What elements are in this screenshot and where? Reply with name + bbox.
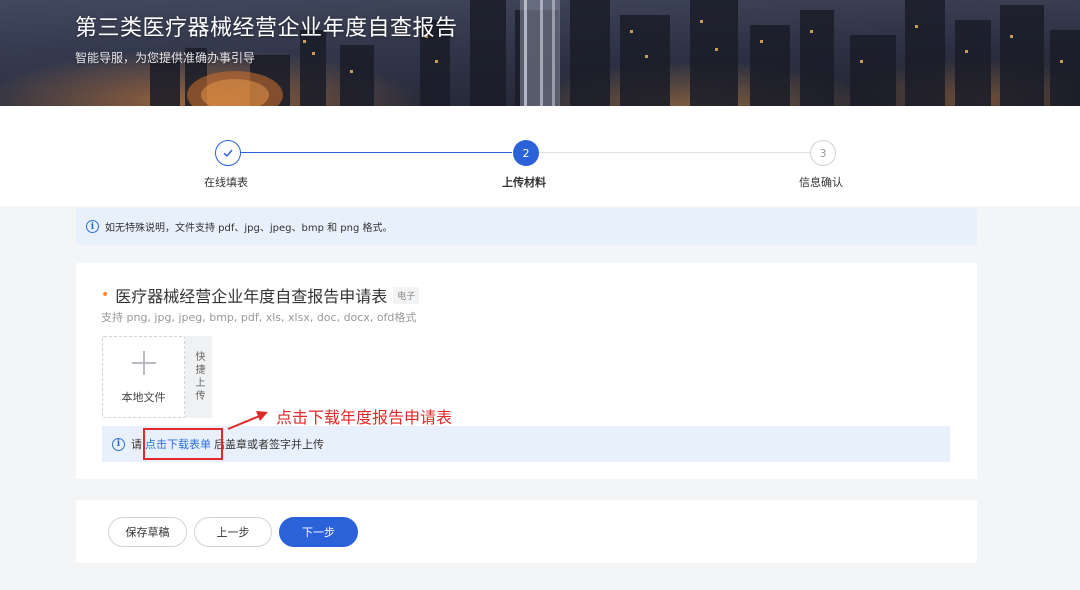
hint-suffix: 后盖章或者签字并上传 xyxy=(214,438,324,451)
page-title: 第三类医疗器械经营企业年度自查报告 xyxy=(75,16,458,41)
step-connector-done xyxy=(241,152,512,153)
step-progress xyxy=(0,106,1080,206)
supported-formats: 支持 png, jpg, jpeg, bmp, pdf, xls, xlsx, … xyxy=(101,311,417,324)
page-subtitle: 智能导服，为您提供准确办事引导 xyxy=(75,51,256,65)
local-file-label: 本地文件 xyxy=(121,391,166,404)
format-notice: i 如无特殊说明，文件支持 pdf、jpg、jpeg、bmp 和 png 格式。 xyxy=(76,208,977,245)
quick-upload-button[interactable]: 快捷上传 xyxy=(185,336,212,418)
plus-icon xyxy=(131,351,156,375)
field-title: • 医疗器械经营企业年度自查报告申请表 电子 xyxy=(101,283,420,307)
step-connector-pending xyxy=(539,152,810,153)
annotation-highlight-box xyxy=(143,428,223,460)
step-2-label: 上传材料 xyxy=(502,176,546,189)
required-mark: • xyxy=(101,287,110,303)
notice-text: 如无特殊说明，文件支持 pdf、jpg、jpeg、bmp 和 png 格式。 xyxy=(105,223,393,234)
step-3-label: 信息确认 xyxy=(799,176,843,189)
electronic-tag: 电子 xyxy=(393,286,420,304)
annotation-text: 点击下载年度报告申请表 xyxy=(276,408,453,427)
info-icon: i xyxy=(112,437,125,451)
annotation-arrow-icon xyxy=(227,411,268,430)
field-title-text: 医疗器械经营企业年度自查报告申请表 xyxy=(115,287,388,306)
prev-step-button[interactable]: 上一步 xyxy=(194,517,272,547)
step-2-number: 2 xyxy=(513,140,539,166)
step-1-label: 在线填表 xyxy=(204,176,248,189)
step-1-check-icon xyxy=(215,140,241,166)
local-file-upload-button[interactable]: 本地文件 xyxy=(102,336,185,418)
next-step-button[interactable]: 下一步 xyxy=(279,517,358,547)
page-banner: 第三类医疗器械经营企业年度自查报告 智能导服，为您提供准确办事引导 xyxy=(0,0,1080,106)
info-icon: i xyxy=(86,220,99,233)
save-draft-button[interactable]: 保存草稿 xyxy=(108,517,187,547)
step-3-number: 3 xyxy=(810,140,836,166)
hint-prefix: 请 xyxy=(131,438,142,451)
